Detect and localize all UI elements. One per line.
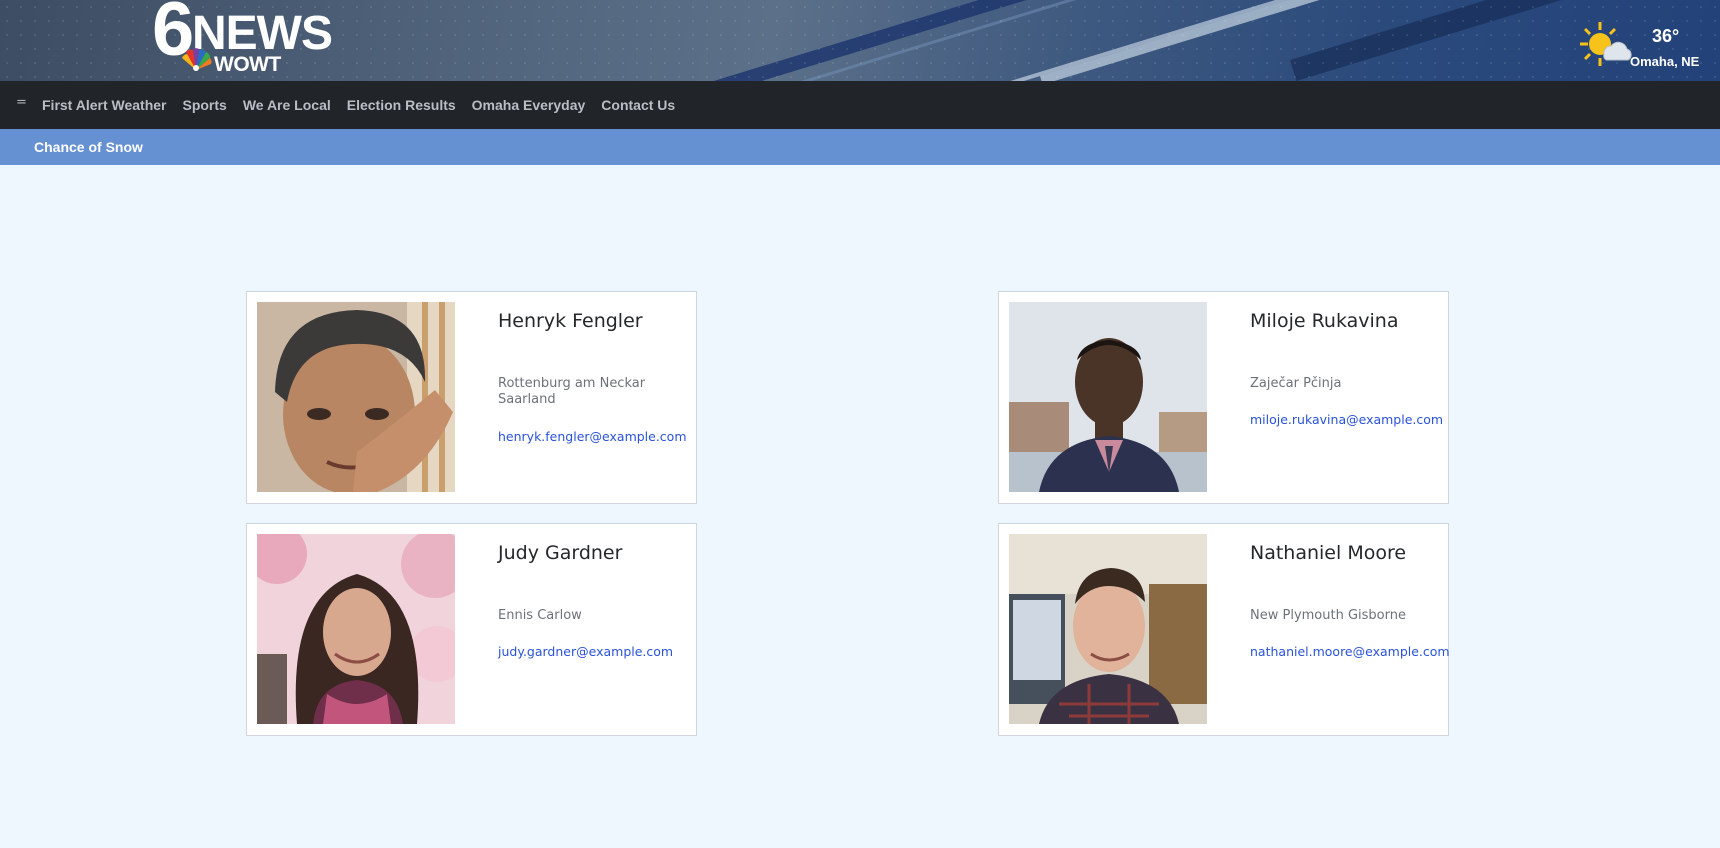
weather-alert-bar[interactable]: Chance of Snow: [0, 129, 1720, 165]
person-location: Zaječar Pčinja: [1250, 376, 1342, 391]
person-email-link[interactable]: miloje.rukavina@example.com: [1250, 412, 1443, 427]
person-photo: [1009, 534, 1207, 724]
person-card: Miloje Rukavina Zaječar Pčinja miloje.ru…: [998, 291, 1449, 504]
person-photo: [257, 302, 455, 492]
nav-item-omaha-everyday[interactable]: Omaha Everyday: [472, 97, 586, 113]
person-name: Henryk Fengler: [498, 310, 643, 332]
person-card: Henryk Fengler Rottenburg am Neckar Saar…: [246, 291, 697, 504]
person-photo: [257, 534, 455, 724]
person-email-link[interactable]: henryk.fengler@example.com: [498, 429, 687, 444]
weather-widget[interactable]: 36° Omaha, NE: [1578, 16, 1708, 72]
logo-call-sign: WOWT: [214, 53, 281, 76]
weather-alert-text: Chance of Snow: [34, 139, 143, 155]
nav-item-first-alert-weather[interactable]: First Alert Weather: [42, 97, 166, 113]
temperature: 36°: [1652, 26, 1680, 46]
weather-location: Omaha, NE: [1630, 54, 1700, 69]
partly-sunny-icon: [1580, 22, 1632, 66]
person-card: Judy Gardner Ennis Carlow judy.gardner@e…: [246, 523, 697, 736]
person-name: Nathaniel Moore: [1250, 542, 1407, 564]
header-banner: 6 NEWS WOWT 36° Omaha, NE: [0, 0, 1720, 81]
nav-item-we-are-local[interactable]: We Are Local: [243, 97, 331, 113]
person-location: Ennis Carlow: [498, 608, 582, 623]
person-photo: [1009, 302, 1207, 492]
person-name: Miloje Rukavina: [1250, 310, 1399, 332]
wowt-logo[interactable]: 6 NEWS WOWT: [152, 0, 362, 76]
person-card: Nathaniel Moore New Plymouth Gisborne na…: [998, 523, 1450, 736]
person-name: Judy Gardner: [498, 542, 623, 564]
nav-item-contact-us[interactable]: Contact Us: [601, 97, 675, 113]
nav-item-sports[interactable]: Sports: [182, 97, 226, 113]
nbc-peacock-icon: [182, 48, 212, 71]
menu-toggle-icon[interactable]: =: [16, 95, 27, 110]
person-email-link[interactable]: judy.gardner@example.com: [498, 644, 673, 659]
main-nav: = First Alert Weather Sports We Are Loca…: [0, 81, 1720, 129]
person-email-link[interactable]: nathaniel.moore@example.com: [1250, 644, 1450, 659]
nav-list: First Alert Weather Sports We Are Local …: [42, 81, 691, 129]
person-location: Rottenburg am Neckar Saarland: [498, 376, 646, 407]
person-location: New Plymouth Gisborne: [1250, 608, 1406, 623]
nav-item-election-results[interactable]: Election Results: [347, 97, 456, 113]
